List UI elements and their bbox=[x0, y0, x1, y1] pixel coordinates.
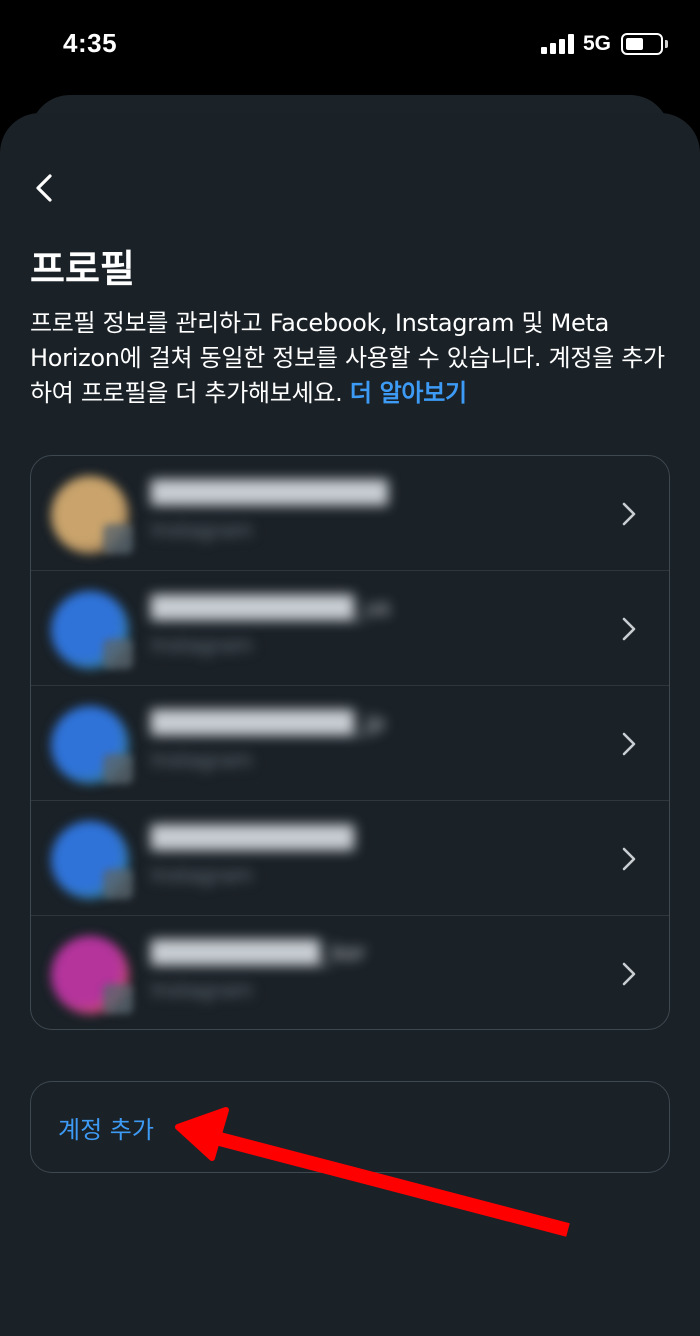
account-name: ████████████_us bbox=[151, 596, 391, 621]
platform-badge-icon bbox=[103, 754, 133, 784]
add-account-button[interactable]: 계정 추가 bbox=[30, 1081, 670, 1173]
account-row[interactable]: ████████████ Instagram bbox=[31, 801, 669, 916]
account-platform: Instagram bbox=[151, 633, 253, 657]
account-platform: Instagram bbox=[151, 978, 253, 1002]
account-row[interactable]: ██████████████ Instagram bbox=[31, 456, 669, 571]
chevron-left-icon bbox=[36, 174, 52, 202]
chevron-right-icon bbox=[622, 617, 636, 641]
platform-badge-icon bbox=[103, 984, 133, 1014]
account-row[interactable]: ████████████_us Instagram bbox=[31, 571, 669, 686]
status-time: 4:35 bbox=[63, 28, 118, 58]
account-name: ██████████████ bbox=[151, 481, 388, 506]
chevron-right-icon bbox=[622, 502, 636, 526]
add-account-label: 계정 추가 bbox=[58, 1116, 154, 1144]
account-platform: Instagram bbox=[151, 518, 253, 542]
platform-badge-icon bbox=[103, 639, 133, 669]
signal-bars-icon bbox=[541, 34, 575, 54]
account-name: ████████████ bbox=[151, 826, 355, 851]
platform-badge-icon bbox=[103, 524, 133, 554]
status-bar: 4:35 5G bbox=[0, 0, 700, 90]
account-platform: Instagram bbox=[151, 748, 253, 772]
account-platform: Instagram bbox=[151, 863, 253, 887]
account-row[interactable]: ████████████_jp Instagram bbox=[31, 686, 669, 801]
network-label: 5G bbox=[583, 32, 612, 55]
battery-cap bbox=[665, 40, 668, 48]
learn-more-link[interactable]: 더 알아보기 bbox=[350, 379, 467, 407]
platform-badge-icon bbox=[103, 869, 133, 899]
chevron-right-icon bbox=[622, 732, 636, 756]
page-title: 프로필 bbox=[30, 247, 135, 291]
account-list: ██████████████ Instagram ████████████_us In… bbox=[30, 455, 670, 1030]
account-name: ████████████_jp bbox=[151, 711, 386, 736]
back-button[interactable] bbox=[28, 170, 64, 206]
description-text: 프로필 정보를 관리하고 Facebook, Instagram 및 Meta … bbox=[30, 309, 665, 407]
chevron-right-icon bbox=[622, 962, 636, 986]
chevron-right-icon bbox=[622, 847, 636, 871]
battery-icon bbox=[621, 33, 663, 55]
profile-description: 프로필 정보를 관리하고 Facebook, Instagram 및 Meta … bbox=[30, 306, 675, 411]
account-row[interactable]: ██████████_kor Instagram bbox=[31, 916, 669, 1029]
account-name: ██████████_kor bbox=[151, 941, 366, 966]
